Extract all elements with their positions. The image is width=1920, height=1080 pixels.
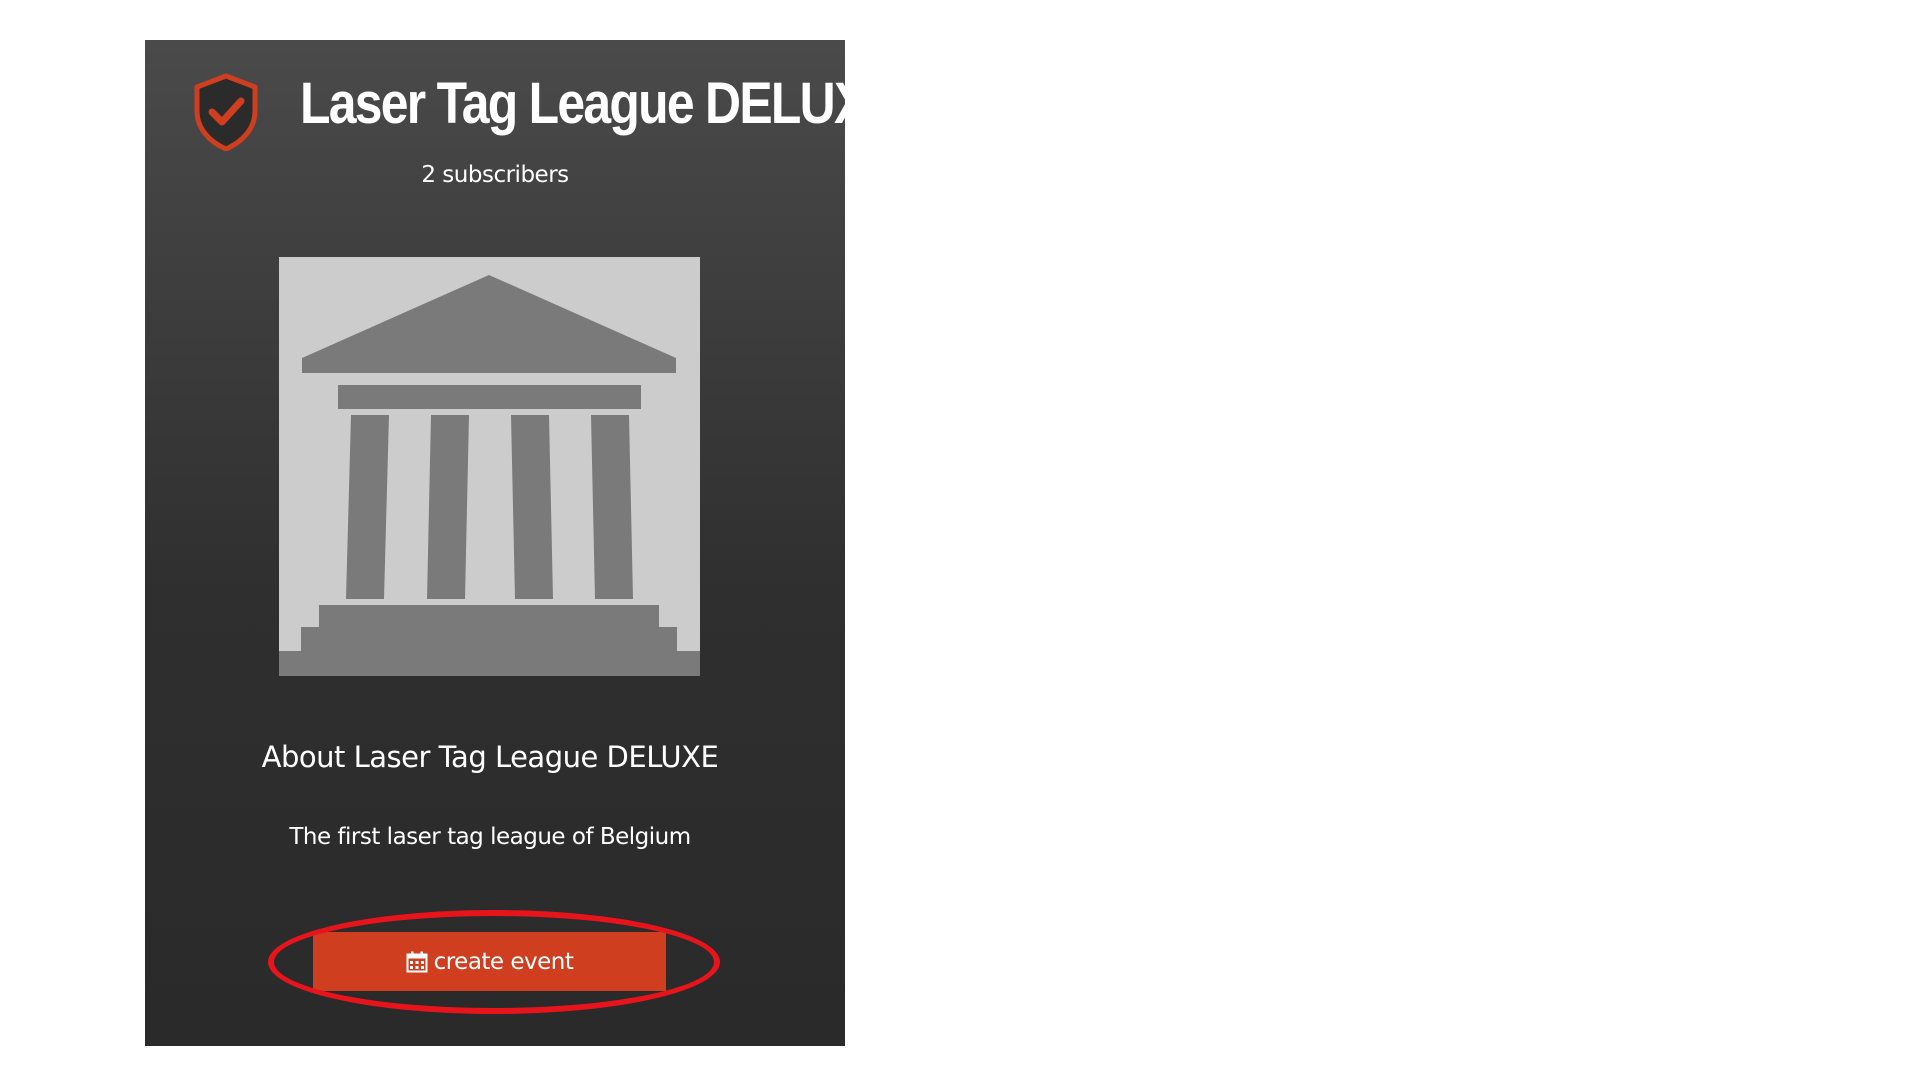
subscriber-count: 2 subscribers <box>421 162 569 188</box>
building-columns-icon <box>279 275 700 676</box>
league-description: The first laser tag league of Belgium <box>289 824 691 850</box>
create-event-label: create event <box>433 948 574 975</box>
league-title: Laser Tag League DELUXE <box>300 71 899 136</box>
league-image-placeholder <box>279 257 700 676</box>
shield-check-icon <box>194 73 258 151</box>
about-heading: About Laser Tag League DELUXE <box>261 740 719 774</box>
league-card: Laser Tag League DELUXE 2 subscribers Ab… <box>145 40 899 1046</box>
create-event-button[interactable]: create event <box>313 932 666 991</box>
calendar-icon <box>406 951 428 972</box>
